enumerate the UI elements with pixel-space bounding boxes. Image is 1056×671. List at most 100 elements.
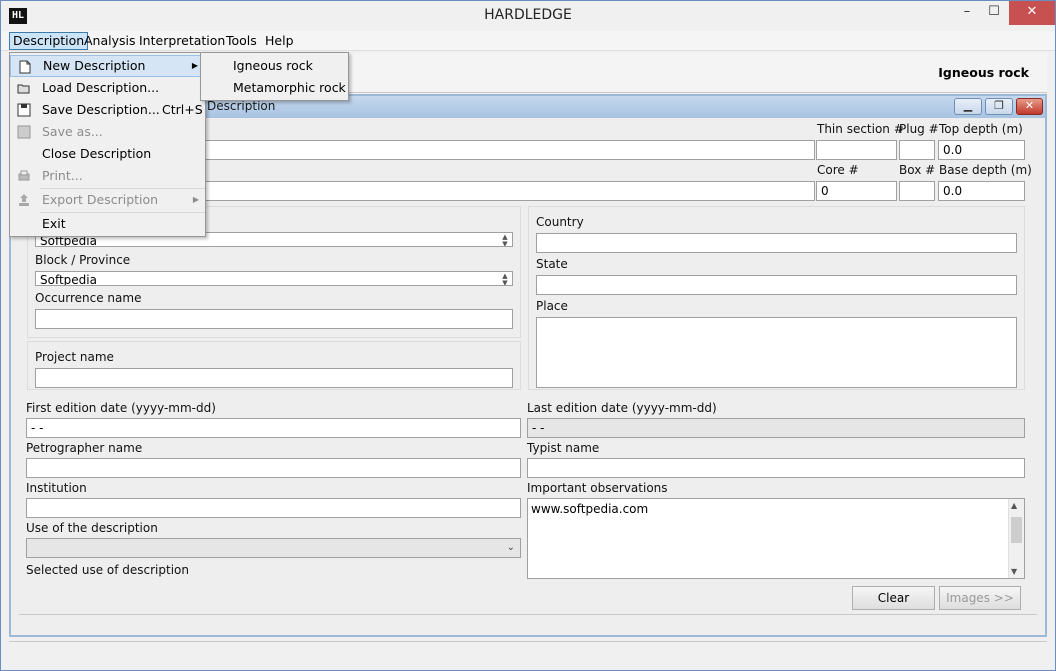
observations-label: Important observations [527, 481, 668, 495]
menu-interpretation[interactable]: Interpretation [136, 32, 228, 50]
typist-field[interactable] [527, 458, 1025, 478]
menu-description[interactable]: Description [9, 32, 89, 50]
top-depth-field[interactable]: 0.0 [938, 140, 1025, 160]
core-label: Core # [817, 163, 859, 177]
core-field[interactable]: 0 [816, 181, 897, 201]
save-as-icon [17, 125, 31, 139]
state-field[interactable] [536, 275, 1017, 295]
save-icon [17, 103, 31, 117]
save-shortcut: Ctrl+S [162, 102, 203, 117]
block-combo[interactable]: Softpedia ▲ ▼ [35, 271, 513, 286]
frame-restore-button[interactable]: ❐ [985, 98, 1013, 115]
selected-use-label: Selected use of description [26, 563, 189, 577]
menu-close-description[interactable]: Close Description [10, 143, 205, 165]
description-menu: New Description ▶ Load Description... Sa… [9, 52, 206, 237]
close-window-button[interactable]: ✕ [1009, 1, 1055, 25]
maximize-button[interactable]: ☐ [981, 1, 1007, 25]
place-label: Place [536, 299, 568, 313]
plug-label: Plug # [899, 122, 939, 136]
observations-textarea[interactable]: www.softpedia.com ▲ ▼ [527, 498, 1025, 579]
state-label: State [536, 257, 568, 271]
menu-bar: Description Analysis Interpretation Tool… [1, 31, 1055, 51]
occurrence-field[interactable] [35, 309, 513, 329]
window-title: HARDLEDGE [484, 7, 572, 23]
submenu-arrow-icon: ▶ [192, 195, 199, 204]
chevron-down-icon: ⌄ [506, 542, 515, 553]
app-window: HL HARDLEDGE – ☐ ✕ Description Analysis … [0, 0, 1056, 671]
scroll-thumb[interactable] [1011, 517, 1022, 543]
frame-minimize-button[interactable]: ▁ [954, 98, 982, 115]
minimize-button[interactable]: – [953, 1, 981, 25]
export-icon [19, 194, 29, 206]
new-description-label: New Description [43, 58, 146, 73]
menu-tools[interactable]: Tools [223, 32, 260, 50]
institution-field[interactable] [26, 498, 521, 518]
status-bar [9, 641, 1047, 665]
load-description-label: Load Description... [42, 80, 160, 95]
menu-analysis[interactable]: Analysis [81, 32, 139, 50]
menu-help[interactable]: Help [262, 32, 297, 50]
scroll-up-icon[interactable]: ▲ [1011, 501, 1017, 510]
first-edition-label: First edition date (yyyy-mm-dd) [26, 401, 216, 415]
typist-label: Typist name [527, 441, 600, 455]
menu-load-description[interactable]: Load Description... [10, 77, 205, 99]
first-edition-field[interactable]: - - [26, 418, 521, 438]
submenu-metamorphic-rock[interactable]: Metamorphic rock [201, 77, 348, 99]
base-depth-field[interactable]: 0.0 [938, 181, 1025, 201]
frame-divider [19, 614, 1037, 615]
petrographer-field[interactable] [26, 458, 521, 478]
rock-type-label: Igneous rock [938, 65, 1029, 80]
top-depth-label: Top depth (m) [939, 122, 1023, 136]
igneous-rock-label: Igneous rock [233, 58, 313, 73]
box-label: Box # [899, 163, 936, 177]
metamorphic-rock-label: Metamorphic rock [233, 80, 346, 95]
clear-button[interactable]: Clear [852, 586, 935, 610]
menu-save-description[interactable]: Save Description... Ctrl+S [10, 99, 205, 121]
scroll-down-icon[interactable]: ▼ [1011, 567, 1017, 576]
save-description-label: Save Description... [42, 102, 160, 117]
frame-title: Description [207, 99, 276, 113]
name-field[interactable] [205, 140, 815, 160]
close-description-label: Close Description [42, 146, 152, 161]
print-label: Print... [42, 168, 83, 183]
last-edition-label: Last edition date (yyyy-mm-dd) [527, 401, 717, 415]
menu-export-description: Export Description ▶ [10, 189, 205, 211]
block-label: Block / Province [35, 253, 131, 267]
new-document-icon [19, 60, 31, 74]
block-combo-value: Softpedia [40, 273, 97, 286]
country-label: Country [536, 215, 584, 229]
place-textarea[interactable] [536, 317, 1017, 388]
observations-scrollbar[interactable]: ▲ ▼ [1008, 499, 1024, 578]
thin-section-label: Thin section # [817, 122, 904, 136]
menu-save-as: Save as... [10, 121, 205, 143]
menu-print: Print... [10, 165, 205, 187]
institution-label: Institution [26, 481, 87, 495]
plug-field[interactable] [899, 140, 935, 160]
use-select[interactable]: ⌄ [26, 538, 521, 558]
petrographer-label: Petrographer name [26, 441, 143, 455]
last-edition-field: - - [527, 418, 1025, 438]
menu-exit[interactable]: Exit [10, 213, 205, 235]
save-as-label: Save as... [42, 124, 103, 139]
new-description-submenu: Igneous rock Metamorphic rock [200, 52, 349, 101]
box-field[interactable] [899, 181, 935, 201]
exit-label: Exit [42, 216, 66, 231]
project-field[interactable] [35, 368, 513, 388]
images-button: Images >> [939, 586, 1021, 610]
menu-new-description[interactable]: New Description ▶ [10, 55, 205, 77]
frame-close-button[interactable]: ✕ [1016, 98, 1043, 115]
country-field[interactable] [536, 233, 1017, 253]
spinner-icon[interactable]: ▲ ▼ [500, 234, 510, 247]
open-folder-icon [17, 84, 30, 94]
submenu-igneous-rock[interactable]: Igneous rock [201, 55, 348, 77]
use-label: Use of the description [26, 521, 158, 535]
base-depth-label: Base depth (m) [939, 163, 1032, 177]
title-bar: HL HARDLEDGE – ☐ ✕ [1, 1, 1055, 31]
observations-text: www.softpedia.com [531, 502, 649, 516]
location-field[interactable] [205, 181, 815, 201]
spinner-icon[interactable]: ▲ ▼ [500, 273, 510, 286]
thin-section-field[interactable] [816, 140, 897, 160]
export-description-label: Export Description [42, 192, 159, 207]
submenu-arrow-icon: ▶ [191, 61, 198, 70]
project-label: Project name [35, 350, 114, 364]
